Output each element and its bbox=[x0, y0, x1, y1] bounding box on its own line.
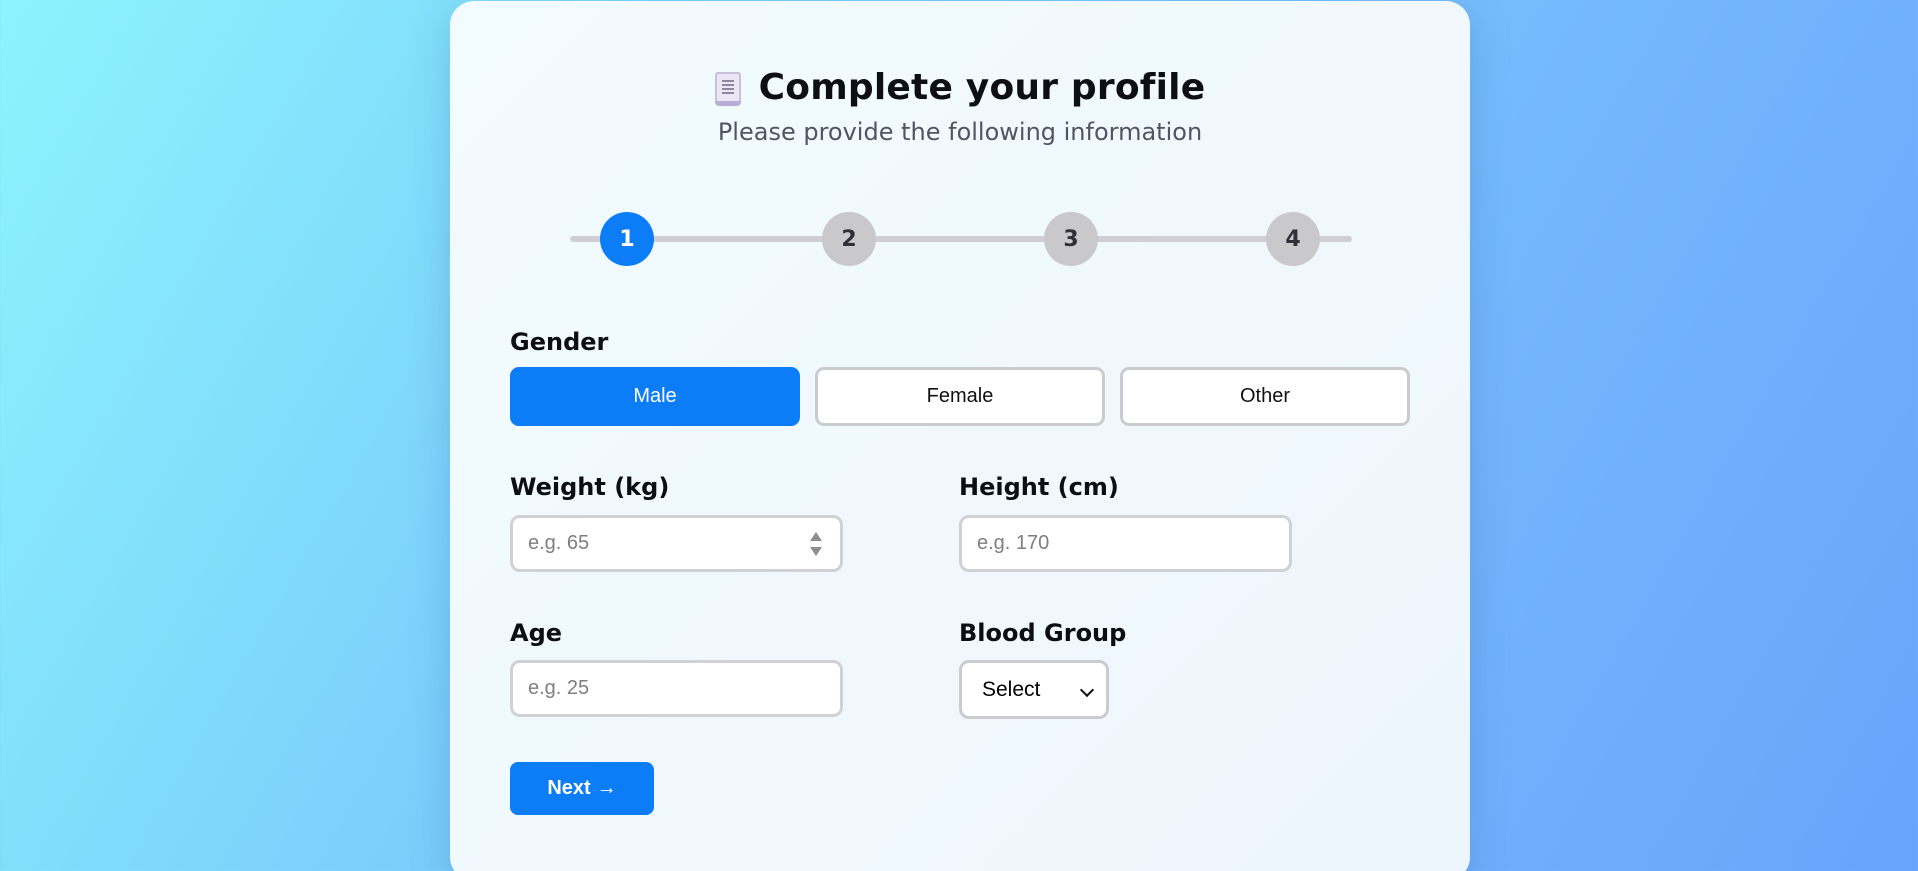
gender-label: Gender bbox=[510, 328, 609, 356]
next-label: Next bbox=[547, 777, 591, 799]
height-placeholder: e.g. 170 bbox=[977, 532, 1050, 554]
spinner-down-icon[interactable] bbox=[810, 547, 822, 556]
blood-group-select[interactable]: Select bbox=[959, 660, 1109, 719]
gender-other-button[interactable]: Other bbox=[1120, 367, 1410, 426]
number-spinner-icon[interactable] bbox=[810, 532, 822, 556]
age-input[interactable]: e.g. 25 bbox=[510, 660, 843, 717]
step-3[interactable]: 3 bbox=[1044, 212, 1098, 266]
header: Complete your profile Please provide the… bbox=[450, 67, 1470, 146]
step-2[interactable]: 2 bbox=[822, 212, 876, 266]
document-icon bbox=[714, 71, 741, 106]
weight-label: Weight (kg) bbox=[510, 473, 670, 501]
page-subtitle: Please provide the following information bbox=[717, 118, 1203, 146]
step-1[interactable]: 1 bbox=[600, 212, 654, 266]
stepper-track bbox=[570, 236, 1352, 242]
blood-group-selected: Select bbox=[982, 677, 1041, 701]
age-label: Age bbox=[510, 619, 563, 647]
chevron-down-icon bbox=[1079, 682, 1095, 698]
step-4[interactable]: 4 bbox=[1266, 212, 1320, 266]
height-input[interactable]: e.g. 170 bbox=[959, 515, 1292, 572]
gender-male-button[interactable]: Male bbox=[510, 367, 800, 426]
page-title: Complete your profile bbox=[758, 67, 1206, 108]
age-placeholder: e.g. 25 bbox=[528, 677, 590, 699]
next-button[interactable]: Next → bbox=[510, 762, 654, 815]
title-row: Complete your profile bbox=[450, 67, 1470, 108]
height-label: Height (cm) bbox=[959, 473, 1119, 501]
weight-input[interactable]: e.g. 65 bbox=[510, 515, 843, 572]
progress-stepper: 1 2 3 4 bbox=[570, 209, 1352, 269]
weight-placeholder: e.g. 65 bbox=[528, 532, 590, 554]
profile-card: Complete your profile Please provide the… bbox=[450, 1, 1470, 871]
blood-group-label: Blood Group bbox=[959, 619, 1127, 647]
gender-female-button[interactable]: Female bbox=[815, 367, 1105, 426]
spinner-up-icon[interactable] bbox=[810, 532, 822, 541]
arrow-right-icon: → bbox=[596, 777, 617, 799]
